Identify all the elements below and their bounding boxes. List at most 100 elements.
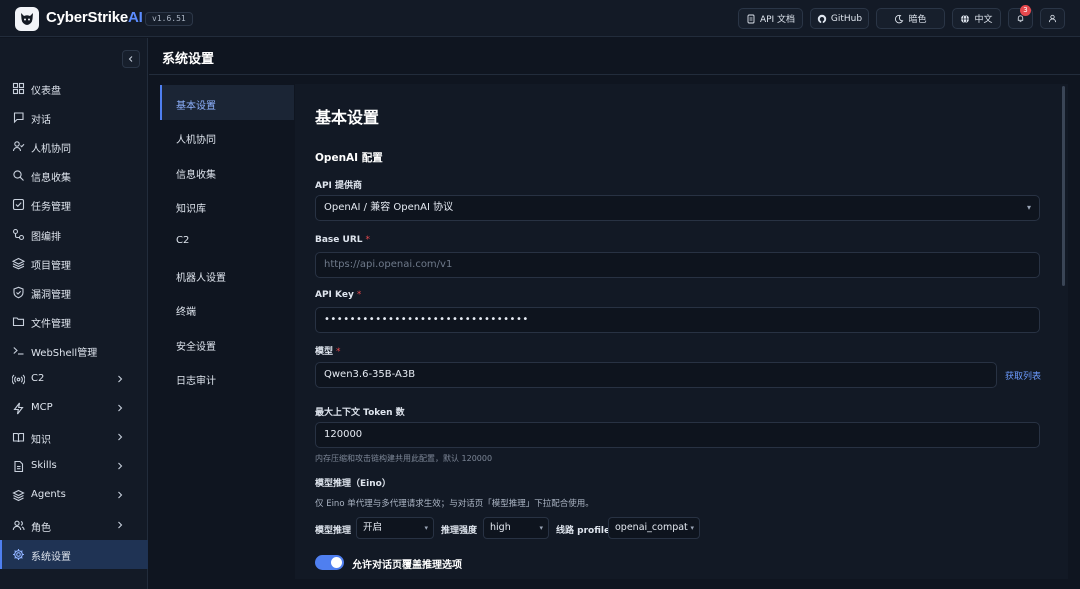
dashboard-icon <box>12 82 25 95</box>
subnav-item-label: 日志审计 <box>176 376 216 388</box>
sidebar-item-label: Skills <box>31 460 57 472</box>
allow-override-toggle[interactable] <box>315 555 344 570</box>
sidebar-item-14[interactable]: Agents <box>0 481 148 510</box>
bolt-icon <box>13 402 24 415</box>
chevron-down-icon: ▾ <box>424 524 428 532</box>
theme-label: 暗色 <box>908 15 927 25</box>
strength-select[interactable]: high ▾ <box>483 517 549 539</box>
workflow-icon <box>12 228 25 240</box>
sidebar-item-3[interactable]: 信息收集 <box>0 161 148 190</box>
chevron-down-icon: ▾ <box>1026 203 1031 212</box>
users-icon <box>12 520 25 530</box>
github-button[interactable]: GitHub <box>810 8 869 29</box>
subnav-item-label: 终端 <box>176 307 196 319</box>
language-button[interactable]: 中文 <box>952 8 1001 29</box>
reasoning-label: 模型推理 <box>315 526 352 536</box>
subnav-item-label: 信息收集 <box>176 169 216 181</box>
max-tokens-input[interactable]: 120000 <box>315 422 1040 448</box>
subnav-item-6[interactable]: 终端 <box>160 291 294 326</box>
strength-value: high <box>490 522 511 533</box>
header-divider <box>149 74 1080 75</box>
sidebar-item-8[interactable]: 文件管理 <box>0 307 148 336</box>
api-docs-button[interactable]: API 文档 <box>738 8 803 29</box>
sidebar-collapse-button[interactable] <box>122 50 140 68</box>
sidebar-item-label: 图编排 <box>31 231 61 243</box>
sidebar-item-label: MCP <box>31 402 53 414</box>
base-url-label: Base URL * <box>315 235 371 245</box>
terminal-icon <box>13 346 24 355</box>
profile-value: openai_compat <box>615 522 688 533</box>
notification-badge: 3 <box>1020 5 1031 16</box>
subnav-item-label: 安全设置 <box>176 341 216 353</box>
sidebar-item-label: Agents <box>31 489 66 501</box>
subnav-item-7[interactable]: 安全设置 <box>160 326 294 361</box>
subnav-item-label: 机器人设置 <box>176 273 226 284</box>
chevron-right-icon <box>118 492 123 499</box>
sidebar-item-9[interactable]: WebShell管理 <box>0 336 148 365</box>
sidebar-item-label: 知识 <box>31 435 51 447</box>
user-menu-button[interactable] <box>1040 8 1065 29</box>
reasoning-select[interactable]: 开启 ▾ <box>356 517 434 539</box>
provider-select[interactable]: OpenAI / 兼容 OpenAI 协议 ▾ <box>315 195 1040 221</box>
profile-select[interactable]: openai_compat ▾ <box>608 517 700 539</box>
sidebar-item-16[interactable]: 系统设置 <box>0 539 148 569</box>
base-url-input[interactable]: https://api.openai.com/v1 <box>315 252 1040 278</box>
subnav-item-4[interactable]: C2 <box>160 223 294 258</box>
scrollbar[interactable] <box>1062 86 1065 286</box>
github-label: GitHub <box>830 13 863 24</box>
sidebar-item-15[interactable]: 角色 <box>0 511 148 540</box>
sidebar-item-label: 任务管理 <box>31 202 71 214</box>
subnav-item-8[interactable]: 日志审计 <box>160 360 294 395</box>
subnav-item-0[interactable]: 基本设置 <box>160 85 294 120</box>
sidebar-item-1[interactable]: 对话 <box>0 103 148 132</box>
sidebar-item-12[interactable]: 知识 <box>0 423 148 452</box>
api-key-input[interactable]: •••••••••••••••••••••••••••••••• <box>315 307 1040 333</box>
sidebar-item-6[interactable]: 项目管理 <box>0 249 148 278</box>
github-icon <box>817 14 827 23</box>
version-badge: v1.6.51 <box>145 12 193 26</box>
subnav-item-3[interactable]: 知识库 <box>160 188 294 223</box>
sidebar-item-4[interactable]: 任务管理 <box>0 190 148 219</box>
subnav-item-5[interactable]: 机器人设置 <box>160 257 294 292</box>
subnav-item-2[interactable]: 信息收集 <box>160 154 294 189</box>
model-input[interactable]: Qwen3.6-35B-A3B <box>315 362 997 388</box>
chevron-right-icon <box>118 521 123 528</box>
sidebar-item-10[interactable]: C2 <box>0 365 148 394</box>
gear-icon <box>13 548 24 560</box>
sidebar-item-2[interactable]: 人机协同 <box>0 132 148 161</box>
sidebar-item-13[interactable]: Skills <box>0 452 148 481</box>
strength-label: 推理强度 <box>441 526 478 536</box>
layers-icon <box>12 257 25 270</box>
sidebar-item-label: 系统设置 <box>31 551 71 563</box>
model-label: 模型 * <box>315 347 341 357</box>
reasoning-title: 模型推理（Eino） <box>315 479 391 489</box>
profile-label: 线路 profile <box>556 526 611 536</box>
file-icon <box>14 461 24 473</box>
task-icon <box>12 199 25 211</box>
reasoning-value: 开启 <box>363 522 383 533</box>
chevron-right-icon <box>118 404 123 412</box>
provider-value: OpenAI / 兼容 OpenAI 协议 <box>324 202 454 213</box>
subnav-item-1[interactable]: 人机协同 <box>160 119 294 154</box>
subnav-item-label: 基本设置 <box>176 101 216 112</box>
page-title: 系统设置 <box>162 52 215 67</box>
sidebar-item-5[interactable]: 图编排 <box>0 220 148 249</box>
logo-icon <box>15 7 39 31</box>
document-icon <box>747 14 755 23</box>
chevron-left-icon <box>128 56 133 62</box>
sidebar-item-label: C2 <box>31 373 45 384</box>
notifications-button[interactable]: 3 <box>1008 5 1033 29</box>
sidebar-item-label: 文件管理 <box>31 318 71 330</box>
theme-toggle-button[interactable]: 暗色 <box>876 8 945 29</box>
fetch-list-link[interactable]: 获取列表 <box>1005 369 1041 382</box>
sidebar-item-11[interactable]: MCP <box>0 394 148 423</box>
sidebar-item-0[interactable]: 仪表盘 <box>0 74 148 103</box>
sidebar-item-label: 人机协同 <box>31 144 71 156</box>
allow-override-label: 允许对话页覆盖推理选项 <box>352 560 462 571</box>
sidebar-item-7[interactable]: 漏洞管理 <box>0 278 148 307</box>
folder-icon <box>12 317 25 326</box>
max-tokens-label: 最大上下文 Token 数 <box>315 408 405 418</box>
broadcast-icon <box>12 374 25 385</box>
subnav-item-label: C2 <box>176 234 190 246</box>
chevron-right-icon <box>118 375 123 383</box>
